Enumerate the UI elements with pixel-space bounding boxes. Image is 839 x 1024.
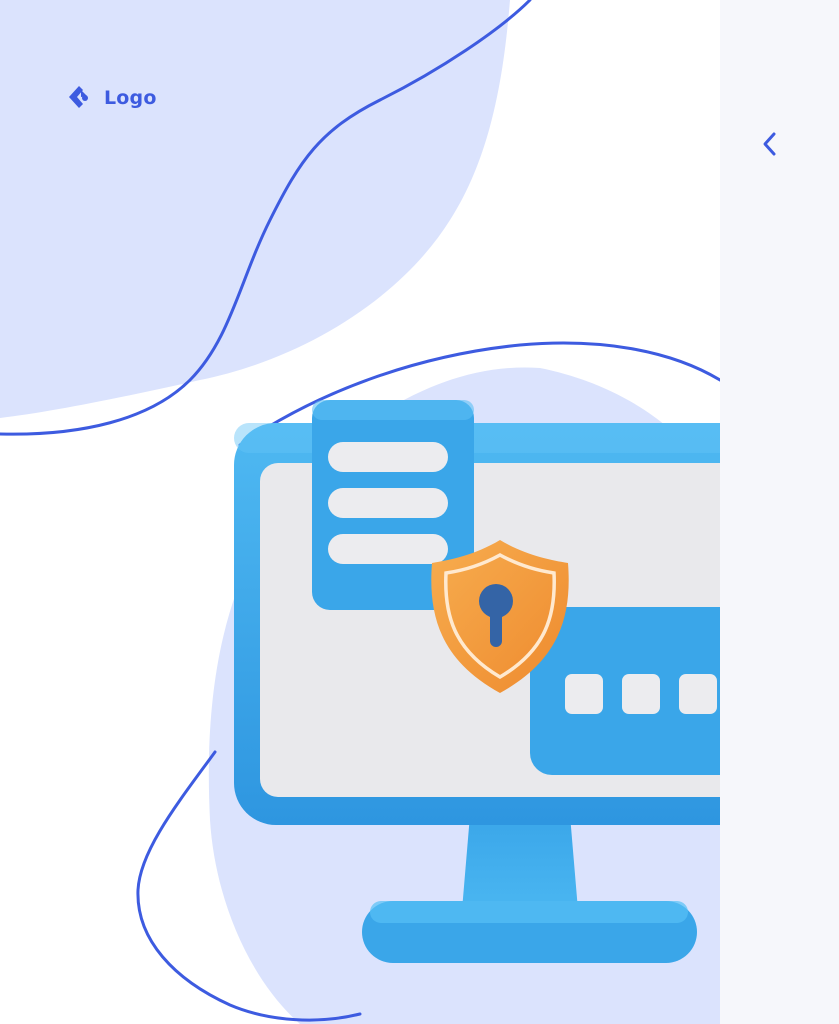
logo-mark-icon — [69, 86, 88, 108]
page: Logo — [0, 0, 839, 1024]
password-dot — [565, 674, 603, 714]
back-button[interactable] — [750, 124, 790, 164]
monitor-neck — [462, 815, 578, 910]
password-dot — [679, 674, 717, 714]
monitor-security-illustration — [234, 400, 720, 963]
list-line — [328, 442, 448, 472]
password-dot — [622, 674, 660, 714]
chevron-left-icon — [763, 132, 776, 156]
list-line — [328, 534, 448, 564]
logo-text: Logo — [104, 87, 157, 109]
illustration-panel: Logo — [0, 0, 720, 1024]
brand-logo[interactable]: Logo — [66, 84, 157, 112]
top-blob-shape — [0, 0, 510, 418]
list-line — [328, 488, 448, 518]
